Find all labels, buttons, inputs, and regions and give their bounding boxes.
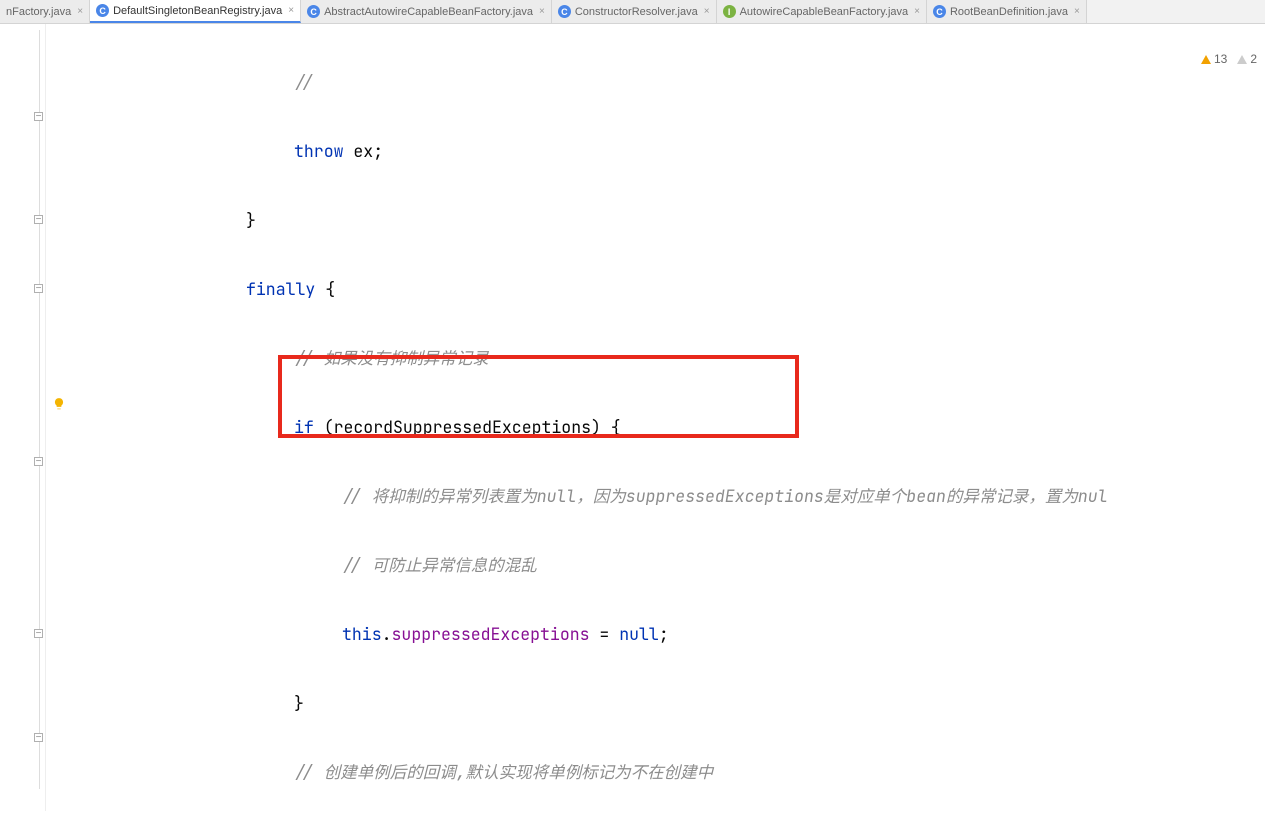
fold-toggle-icon[interactable]: − bbox=[34, 112, 43, 121]
fold-toggle-icon[interactable]: − bbox=[34, 629, 43, 638]
close-icon[interactable]: × bbox=[914, 6, 920, 17]
editor-tabs-bar: nFactory.java × C DefaultSingletonBeanRe… bbox=[0, 0, 1265, 24]
fold-toggle-icon[interactable]: − bbox=[34, 457, 43, 466]
tab-label: nFactory.java bbox=[6, 6, 71, 18]
tab-file-4[interactable]: I AutowireCapableBeanFactory.java × bbox=[717, 0, 927, 23]
tab-label: AbstractAutowireCapableBeanFactory.java bbox=[324, 6, 533, 18]
tab-label: AutowireCapableBeanFactory.java bbox=[740, 6, 909, 18]
fold-toggle-icon[interactable]: − bbox=[34, 284, 43, 293]
tab-file-2[interactable]: C AbstractAutowireCapableBeanFactory.jav… bbox=[301, 0, 552, 23]
code-line[interactable]: throw ex; bbox=[46, 134, 1265, 169]
tab-file-0[interactable]: nFactory.java × bbox=[0, 0, 90, 23]
class-icon: C bbox=[933, 5, 946, 18]
class-icon: C bbox=[96, 4, 109, 17]
tab-label: DefaultSingletonBeanRegistry.java bbox=[113, 5, 282, 17]
close-icon[interactable]: × bbox=[77, 6, 83, 17]
tab-file-3[interactable]: C ConstructorResolver.java × bbox=[552, 0, 717, 23]
close-icon[interactable]: × bbox=[288, 5, 294, 16]
editor-area: 13 2 − − − − − − // thro bbox=[0, 24, 1265, 811]
code-line[interactable]: // bbox=[46, 65, 1265, 100]
close-icon[interactable]: × bbox=[704, 6, 710, 17]
class-icon: C bbox=[558, 5, 571, 18]
code-line[interactable]: // 如果没有抑制异常记录 bbox=[46, 341, 1265, 376]
close-icon[interactable]: × bbox=[539, 6, 545, 17]
code-line[interactable]: // 将抑制的异常列表置为null，因为suppressedExceptions… bbox=[46, 479, 1265, 514]
class-icon: C bbox=[307, 5, 320, 18]
code-line[interactable]: this.suppressedExceptions = null; bbox=[46, 617, 1265, 652]
close-icon[interactable]: × bbox=[1074, 6, 1080, 17]
fold-toggle-icon[interactable]: − bbox=[34, 215, 43, 224]
tab-file-5[interactable]: C RootBeanDefinition.java × bbox=[927, 0, 1087, 23]
code-editor[interactable]: // throw ex; } finally { // 如果没有抑制异常记录 i… bbox=[46, 24, 1265, 811]
interface-icon: I bbox=[723, 5, 736, 18]
fold-toggle-icon[interactable]: − bbox=[34, 733, 43, 742]
code-line[interactable]: // 创建单例后的回调,默认实现将单例标记为不在创建中 bbox=[46, 755, 1265, 790]
code-line[interactable]: } bbox=[46, 686, 1265, 721]
code-line[interactable]: finally { bbox=[46, 272, 1265, 307]
line-gutter[interactable] bbox=[0, 24, 32, 811]
code-line[interactable]: // 可防止异常信息的混乱 bbox=[46, 548, 1265, 583]
code-line[interactable]: if (recordSuppressedExceptions) { bbox=[46, 410, 1265, 445]
tab-label: ConstructorResolver.java bbox=[575, 6, 698, 18]
tab-label: RootBeanDefinition.java bbox=[950, 6, 1068, 18]
code-line[interactable]: } bbox=[46, 203, 1265, 238]
fold-gutter[interactable]: − − − − − − bbox=[32, 24, 46, 811]
tab-file-1[interactable]: C DefaultSingletonBeanRegistry.java × bbox=[90, 0, 301, 23]
